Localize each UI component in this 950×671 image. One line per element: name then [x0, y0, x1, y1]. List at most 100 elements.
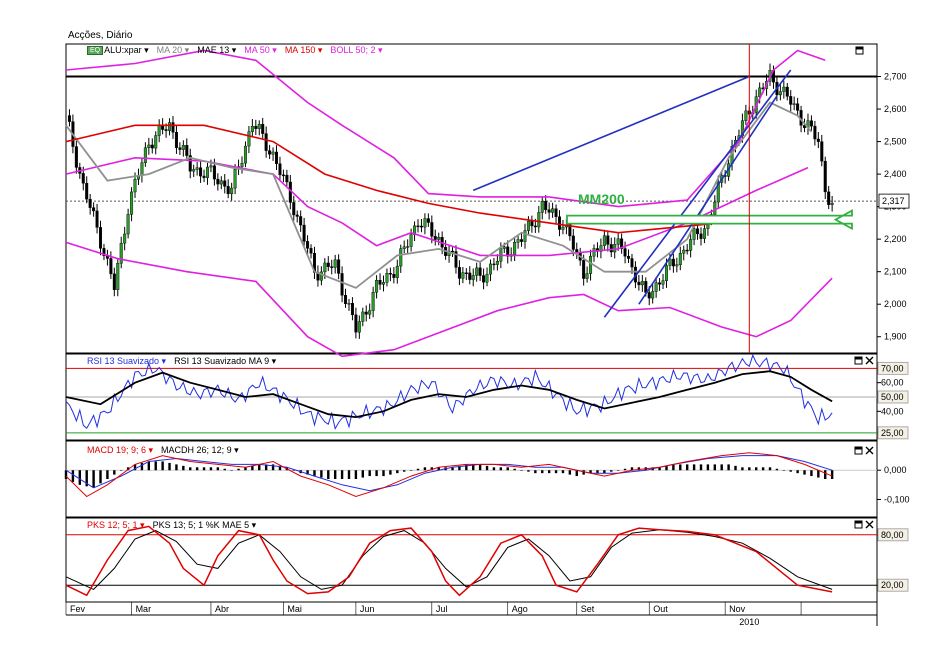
candle-body [164, 129, 168, 131]
candle-body [561, 226, 565, 230]
macd-tick-label: 0,000 [884, 465, 907, 475]
legend-mae13[interactable]: MAE 13 ▾ [197, 45, 236, 56]
ma50-line [65, 156, 809, 257]
legend-ma50[interactable]: MA 50 ▾ [244, 45, 277, 56]
candle-body [326, 262, 330, 267]
candle-body [378, 279, 382, 285]
macd-histogram-bar [568, 470, 572, 475]
candle-body [281, 174, 285, 177]
candle-body [526, 220, 530, 231]
candle-body [689, 239, 693, 251]
candle-body [81, 173, 85, 184]
candle-body [820, 141, 824, 162]
legend-pks[interactable]: PKS 12; 5; 1 ▾ [87, 520, 145, 531]
candle-body [306, 241, 310, 249]
candle-body [513, 242, 517, 255]
pks-tick-label: 20,00 [881, 580, 904, 590]
macd-histogram-bar [396, 470, 399, 474]
candle-body [471, 275, 475, 280]
candle-body [178, 147, 182, 150]
eq-badge[interactable]: EQ [87, 46, 104, 55]
candle-body [243, 145, 247, 164]
price-tick-label: 2,100 [884, 267, 907, 277]
candle-body [451, 250, 455, 253]
candle-body [67, 115, 71, 122]
candle-body [333, 259, 337, 268]
macd-histogram-bar [817, 470, 820, 478]
macd-histogram-bar [347, 470, 351, 479]
candle-body [185, 145, 189, 156]
candle-body [388, 273, 392, 275]
month-label: Out [653, 604, 668, 614]
macd-histogram-bar [685, 464, 689, 471]
macd-histogram-bar [679, 464, 682, 471]
candle-body [537, 212, 541, 228]
candle-body [174, 131, 178, 148]
candle-body [354, 314, 358, 333]
candle-body [678, 253, 682, 265]
candle-body [95, 210, 99, 228]
macd-histogram-bar [741, 467, 744, 471]
window-title: Acções, Diário [68, 30, 133, 41]
candle-body [426, 218, 430, 223]
candle-body [295, 214, 299, 217]
candle-body [385, 273, 389, 283]
macd-histogram-bar [748, 467, 751, 471]
macd-histogram-bar [154, 461, 157, 471]
macd-histogram-bar [195, 467, 199, 471]
macd-histogram-bar [189, 467, 192, 471]
candle-body [475, 267, 479, 276]
rsi-ma-line [65, 370, 833, 419]
rsi-legend: RSI 13 Suavizado ▾ RSI 13 Suavizado MA 9… [87, 356, 276, 367]
trendline-3 [638, 95, 778, 305]
year-label: 2010 [739, 617, 759, 627]
macd-histogram-bar [71, 470, 75, 482]
macd-histogram-bar [796, 470, 799, 474]
candle-body [130, 191, 134, 215]
legend-macd[interactable]: MACD 19; 9; 6 ▾ [87, 445, 153, 456]
candle-body [702, 228, 706, 239]
macd-histogram-bar [803, 470, 806, 475]
candle-body [92, 207, 96, 212]
candle-body [337, 259, 341, 274]
macd-histogram-bar [140, 462, 144, 471]
candle-body [85, 183, 89, 200]
macd-histogram-bar [230, 470, 233, 471]
candle-body [99, 227, 103, 249]
price-legend: EQ ALU:xpar ▾ MA 20 ▾ MAE 13 ▾ MA 50 ▾ M… [87, 45, 383, 56]
legend-rsi[interactable]: RSI 13 Suavizado ▾ [87, 356, 166, 367]
candle-body [792, 103, 796, 105]
candle-body [109, 258, 113, 275]
candle-body [699, 233, 703, 239]
candle-body [140, 162, 144, 176]
candle-body [778, 91, 782, 96]
legend-ma20[interactable]: MA 20 ▾ [157, 45, 190, 56]
legend-ma150[interactable]: MA 150 ▾ [285, 45, 323, 56]
legend-macdh[interactable]: MACDH 26; 12; 9 ▾ [161, 445, 239, 456]
macd-histogram-bar [168, 462, 171, 471]
legend-rsi-ma[interactable]: RSI 13 Suavizado MA 9 ▾ [174, 356, 276, 367]
macd-histogram-bar [534, 470, 537, 474]
pks-ma-line [65, 529, 833, 591]
candle-body [292, 202, 296, 216]
candle-body [616, 238, 620, 245]
legend-boll[interactable]: BOLL 50; 2 ▾ [330, 45, 382, 56]
macd-histogram-bar [734, 465, 737, 471]
candle-body [713, 201, 717, 215]
month-label: Abr [215, 604, 229, 614]
macd-histogram-bar [492, 467, 496, 471]
legend-pks-ma[interactable]: PKS 13; 5; 1 %K MAE 5 ▾ [153, 520, 257, 531]
candle-body [143, 147, 147, 163]
symbol-label[interactable]: ALU:xpar ▾ [104, 45, 149, 56]
macd-histogram-bar [64, 470, 68, 479]
candle-body [437, 237, 441, 240]
candle-body [402, 246, 406, 249]
macd-histogram-bar [810, 470, 813, 477]
candle-body [637, 281, 641, 286]
macd-histogram-bar [623, 468, 627, 471]
macd-histogram-bar [692, 464, 696, 471]
candle-body [112, 273, 116, 290]
candle-body [357, 321, 361, 333]
candle-body [661, 280, 665, 285]
candle-body [344, 295, 348, 304]
